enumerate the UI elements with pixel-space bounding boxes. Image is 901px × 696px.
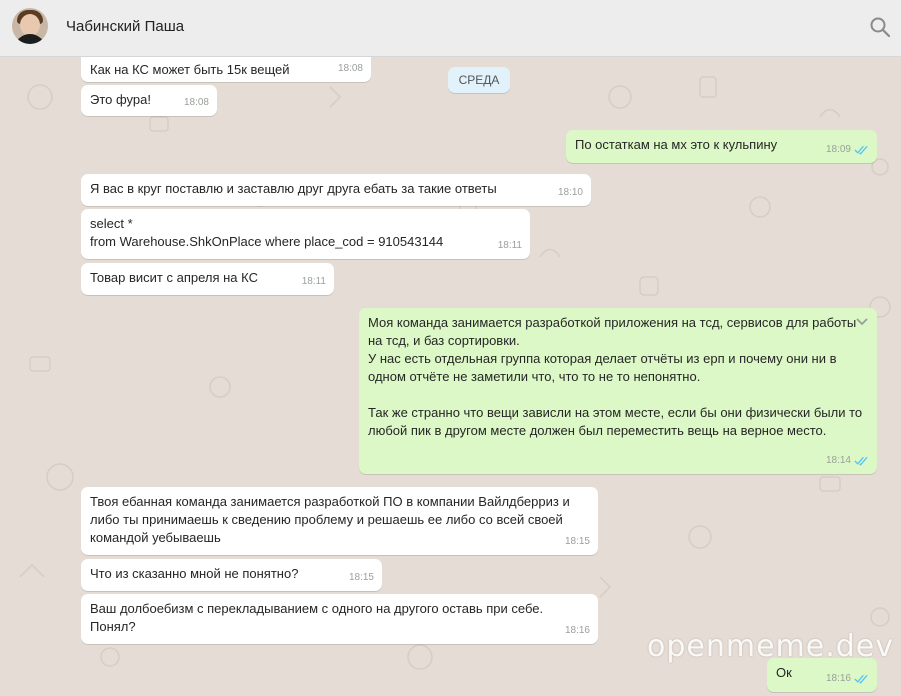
search-icon[interactable] <box>867 14 893 40</box>
message-text: Как на КС может быть 15к вещей <box>90 62 290 77</box>
chat-area[interactable]: Как на КС может быть 15к вещей 18:08 СРЕ… <box>0 57 901 696</box>
message-bubble-incoming[interactable]: Я вас в круг поставлю и заставлю друг др… <box>81 174 591 206</box>
message-time: 18:14 <box>826 452 869 470</box>
message-bubble-outgoing[interactable]: Моя команда занимается разработкой прило… <box>359 308 877 474</box>
message-text: Я вас в круг поставлю и заставлю друг др… <box>90 181 497 196</box>
message-bubble-incoming[interactable]: Твоя ебанная команда занимается разработ… <box>81 487 598 555</box>
message-time: 18:08 <box>183 97 209 108</box>
chat-header: Чабинский Паша <box>0 0 901 57</box>
day-separator: СРЕДА <box>448 67 510 93</box>
message-bubble-outgoing[interactable]: По остаткам на мх это к кульпину 18:09 <box>566 130 877 163</box>
message-bubble-incoming[interactable]: select * from Warehouse.ShkOnPlace where… <box>81 209 530 259</box>
message-text: Ваш долбоебизм с перекладыванием с одног… <box>90 601 544 634</box>
message-time: 18:10 <box>557 187 583 198</box>
message-time: 18:11 <box>301 276 326 287</box>
message-bubble-incoming[interactable]: Как на КС может быть 15к вещей 18:08 <box>81 57 371 82</box>
message-bubble-incoming[interactable]: Товар висит с апреля на КС 18:11 <box>81 263 334 295</box>
message-time: 18:16 <box>826 670 869 688</box>
message-time: 18:15 <box>564 536 590 547</box>
message-time: 18:16 <box>564 625 590 636</box>
message-text: По остаткам на мх это к кульпину <box>575 137 778 152</box>
message-text: Моя команда занимается разработкой прило… <box>368 315 863 438</box>
message-text: Что из сказанно мной не понятно? <box>90 566 299 581</box>
message-text: select * from Warehouse.ShkOnPlace where… <box>90 216 444 249</box>
message-bubble-outgoing[interactable]: Ок 18:16 <box>767 658 877 692</box>
message-time: 18:09 <box>826 141 869 159</box>
message-time: 18:15 <box>348 572 374 583</box>
message-time: 18:08 <box>337 63 363 74</box>
avatar[interactable] <box>12 8 48 44</box>
message-text: Товар висит с апреля на КС <box>90 270 258 285</box>
message-bubble-incoming[interactable]: Что из сказанно мной не понятно? 18:15 <box>81 559 382 591</box>
message-time: 18:11 <box>497 240 522 251</box>
double-check-icon <box>854 674 868 684</box>
chevron-down-icon[interactable] <box>855 314 869 328</box>
double-check-icon <box>854 456 868 466</box>
message-bubble-incoming[interactable]: Это фура! 18:08 <box>81 85 217 116</box>
message-text: Твоя ебанная команда занимается разработ… <box>90 494 574 545</box>
double-check-icon <box>854 145 868 155</box>
message-bubble-incoming[interactable]: Ваш долбоебизм с перекладыванием с одног… <box>81 594 598 644</box>
contact-name[interactable]: Чабинский Паша <box>66 18 184 35</box>
